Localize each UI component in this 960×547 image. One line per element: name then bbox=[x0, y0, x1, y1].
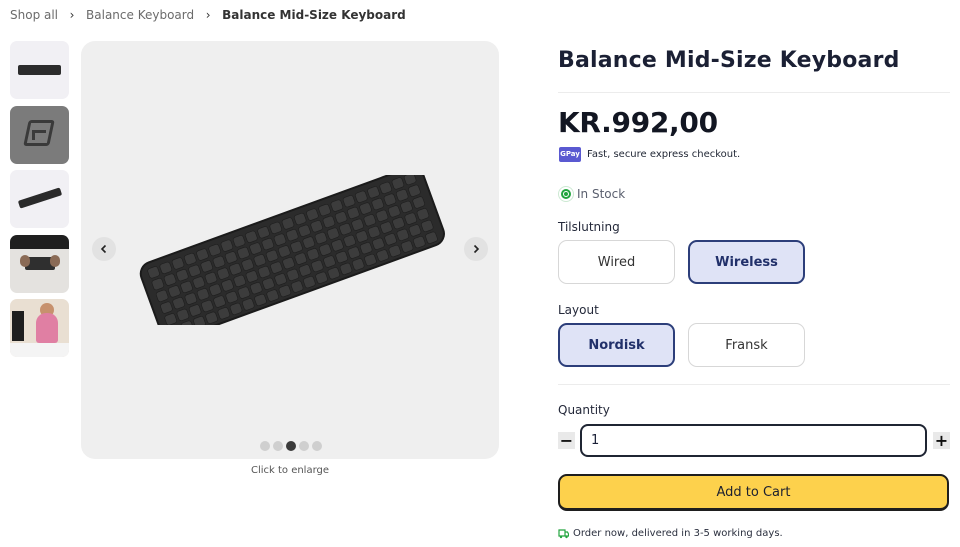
divider bbox=[558, 92, 950, 93]
image-pagination bbox=[260, 441, 322, 451]
breadcrumb: Shop all › Balance Keyboard › Balance Mi… bbox=[10, 7, 406, 23]
pagination-dot[interactable] bbox=[299, 441, 309, 451]
enlarge-hint: Click to enlarge bbox=[250, 465, 330, 476]
main-product-image[interactable] bbox=[81, 41, 499, 459]
quantity-decrease-button[interactable]: − bbox=[558, 431, 575, 450]
pagination-dot[interactable] bbox=[273, 441, 283, 451]
in-stock-icon bbox=[558, 186, 574, 202]
keyboard-image bbox=[18, 65, 61, 75]
thumbnail-keyboard-on-desk[interactable] bbox=[10, 234, 69, 293]
stock-status: In Stock bbox=[558, 186, 625, 202]
next-image-button[interactable] bbox=[464, 237, 488, 261]
previous-image-button[interactable] bbox=[92, 237, 116, 261]
product-title: Balance Mid-Size Keyboard bbox=[558, 48, 900, 73]
delivery-text: Order now, delivered in 3-5 working days… bbox=[573, 528, 783, 539]
stand-detail-image bbox=[32, 129, 46, 140]
chevron-right-icon: › bbox=[69, 8, 75, 22]
thumbnail-keyboard-front[interactable] bbox=[10, 41, 69, 99]
divider bbox=[558, 384, 950, 385]
breadcrumb-balance-keyboard[interactable]: Balance Keyboard bbox=[86, 8, 194, 22]
pagination-dot[interactable] bbox=[312, 441, 322, 451]
add-to-cart-button[interactable]: Add to Cart bbox=[558, 474, 949, 511]
delivery-info: Order now, delivered in 3-5 working days… bbox=[558, 528, 783, 539]
thumbnail-list bbox=[10, 41, 69, 364]
product-price: KR.992,00 bbox=[558, 106, 718, 139]
chevron-right-icon: › bbox=[205, 8, 211, 22]
connection-label: Tilslutning bbox=[558, 220, 620, 234]
breadcrumb-current: Balance Mid-Size Keyboard bbox=[222, 8, 406, 22]
thumbnail-person-at-desk[interactable] bbox=[10, 299, 69, 357]
option-nordisk-button[interactable]: Nordisk bbox=[558, 323, 675, 367]
keyboard-side-image bbox=[17, 187, 63, 209]
pagination-dot-active[interactable] bbox=[286, 441, 296, 451]
option-wireless-button[interactable]: Wireless bbox=[688, 240, 805, 284]
quantity-input[interactable] bbox=[580, 424, 927, 457]
gpay-icon: GPay bbox=[559, 147, 581, 162]
person-image bbox=[36, 313, 58, 343]
hand-image bbox=[50, 254, 60, 267]
monitor-image bbox=[12, 311, 24, 341]
option-wired-button[interactable]: Wired bbox=[558, 240, 675, 284]
chevron-left-icon bbox=[100, 244, 107, 254]
hand-image bbox=[20, 254, 30, 267]
keyboard-product-image bbox=[139, 175, 445, 325]
pagination-dot[interactable] bbox=[260, 441, 270, 451]
thumbnail-keyboard-stand[interactable] bbox=[10, 105, 69, 164]
thumbnail-keyboard-side[interactable] bbox=[10, 170, 69, 228]
desk-image bbox=[10, 343, 69, 357]
chevron-right-icon bbox=[473, 244, 480, 254]
quantity-increase-button[interactable]: + bbox=[933, 431, 950, 450]
quantity-label: Quantity bbox=[558, 403, 610, 417]
desk-image bbox=[10, 234, 69, 249]
express-checkout-text: Fast, secure express checkout. bbox=[587, 149, 741, 160]
truck-icon bbox=[558, 528, 569, 538]
stock-label: In Stock bbox=[577, 187, 626, 201]
breadcrumb-shop-all[interactable]: Shop all bbox=[10, 8, 58, 22]
layout-label: Layout bbox=[558, 303, 599, 317]
option-fransk-button[interactable]: Fransk bbox=[688, 323, 805, 367]
